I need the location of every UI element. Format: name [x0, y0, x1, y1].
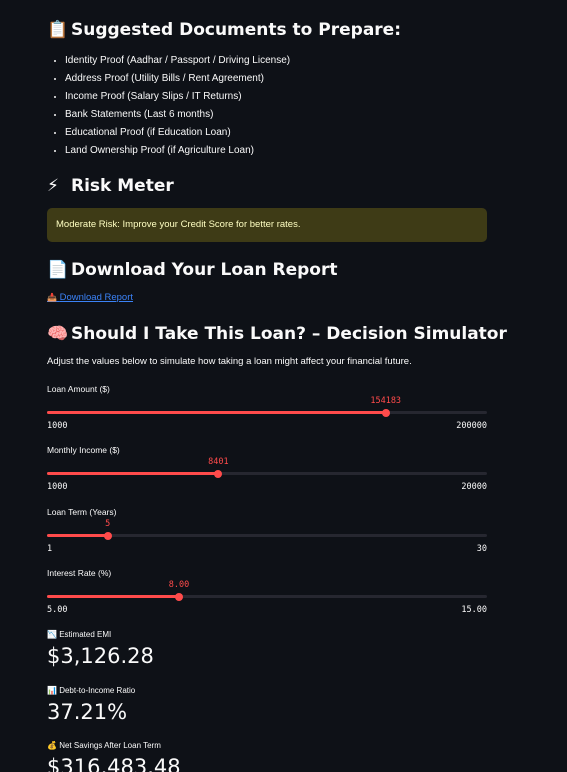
slider-fill — [47, 411, 386, 414]
list-item: Bank Statements (Last 6 months) — [65, 106, 290, 124]
emi-metric-label: 📉 Estimated EMI — [47, 630, 111, 639]
monthly-income-label: Monthly Income ($) — [47, 445, 120, 455]
interest-rate-label: Interest Rate (%) — [47, 568, 112, 578]
slider-thumb[interactable] — [103, 531, 112, 540]
slider-max: 30 — [476, 544, 487, 554]
slider-thumb[interactable] — [381, 408, 390, 417]
chart-decreasing-icon: 📉 — [47, 630, 57, 639]
dti-label-text: Debt-to-Income Ratio — [59, 686, 136, 695]
slider-thumb[interactable] — [214, 469, 223, 478]
report-heading: 📄 Download Your Loan Report — [47, 259, 337, 281]
download-report-label: Download Report — [59, 292, 134, 303]
dti-metric-label: 📊 Debt-to-Income Ratio — [47, 686, 135, 695]
simulator-heading: 🧠 Should I Take This Loan? – Decision Sim… — [47, 323, 507, 345]
emi-metric-value: $3,126.28 — [47, 644, 154, 668]
slider-fill — [47, 472, 219, 475]
report-title: Download Your Loan Report — [71, 260, 338, 280]
documents-title: Suggested Documents to Prepare: — [71, 20, 402, 40]
documents-list: Identity Proof (Aadhar / Passport / Driv… — [47, 52, 290, 160]
inbox-tray-icon: 📥 — [47, 293, 57, 302]
list-item: Income Proof (Salary Slips / IT Returns) — [65, 88, 290, 106]
slider-max: 15.00 — [461, 605, 487, 615]
savings-metric-label: 💰 Net Savings After Loan Term — [47, 741, 161, 750]
loan-term-slider[interactable]: 5 — [47, 519, 487, 540]
lightning-icon: ⚡ — [47, 176, 59, 196]
savings-label-text: Net Savings After Loan Term — [59, 741, 161, 750]
slider-value: 8401 — [208, 457, 229, 467]
slider-value: 154183 — [370, 396, 402, 406]
list-item: Identity Proof (Aadhar / Passport / Driv… — [65, 52, 290, 70]
slider-min: 1000 — [47, 482, 68, 492]
bar-chart-icon: 📊 — [47, 686, 57, 695]
emi-label-text: Estimated EMI — [59, 630, 112, 639]
list-item: Address Proof (Utility Bills / Rent Agre… — [65, 70, 290, 88]
loan-amount-slider[interactable]: 154183 — [47, 396, 487, 417]
loan-term-label: Loan Term (Years) — [47, 507, 117, 517]
list-item: Educational Proof (if Education Loan) — [65, 124, 290, 142]
dti-metric-value: 37.21% — [47, 700, 128, 724]
documents-heading: 📋 Suggested Documents to Prepare: — [47, 19, 401, 41]
slider-value: 8.00 — [168, 580, 190, 590]
main-content: 📋Suggested Documents to Prepare: Identit… — [0, 0, 567, 772]
slider-max: 20000 — [461, 482, 487, 492]
risk-title: Risk Meter — [71, 176, 174, 196]
download-report-link[interactable]: 📥 Download Report — [47, 292, 133, 303]
brain-icon: 🧠 — [47, 324, 69, 344]
slider-fill — [47, 595, 179, 598]
slider-fill — [47, 534, 108, 537]
document-icon: 📄 — [47, 260, 69, 280]
slider-max: 200000 — [456, 421, 487, 431]
risk-message: Moderate Risk: Improve your Credit Score… — [56, 219, 301, 230]
savings-metric-value: $316,483.48 — [47, 755, 181, 772]
simulator-title: Should I Take This Loan? – Decision Simu… — [71, 324, 507, 344]
risk-alert: Moderate Risk: Improve your Credit Score… — [47, 208, 487, 242]
slider-min: 1 — [47, 544, 53, 554]
simulator-description: Adjust the values below to simulate how … — [47, 356, 412, 367]
risk-heading: ⚡ Risk Meter — [47, 175, 174, 197]
list-item: Land Ownership Proof (if Agriculture Loa… — [65, 142, 290, 160]
slider-thumb[interactable] — [175, 592, 183, 601]
money-bag-icon: 💰 — [47, 741, 57, 750]
clipboard-icon: 📋 — [47, 20, 69, 40]
interest-rate-slider[interactable]: 8.00 — [47, 580, 487, 601]
slider-min: 1000 — [47, 421, 68, 431]
slider-value: 5 — [105, 519, 111, 529]
monthly-income-slider[interactable]: 8401 — [47, 457, 487, 478]
slider-min: 5.00 — [47, 605, 68, 615]
loan-amount-label: Loan Amount ($) — [47, 384, 110, 394]
